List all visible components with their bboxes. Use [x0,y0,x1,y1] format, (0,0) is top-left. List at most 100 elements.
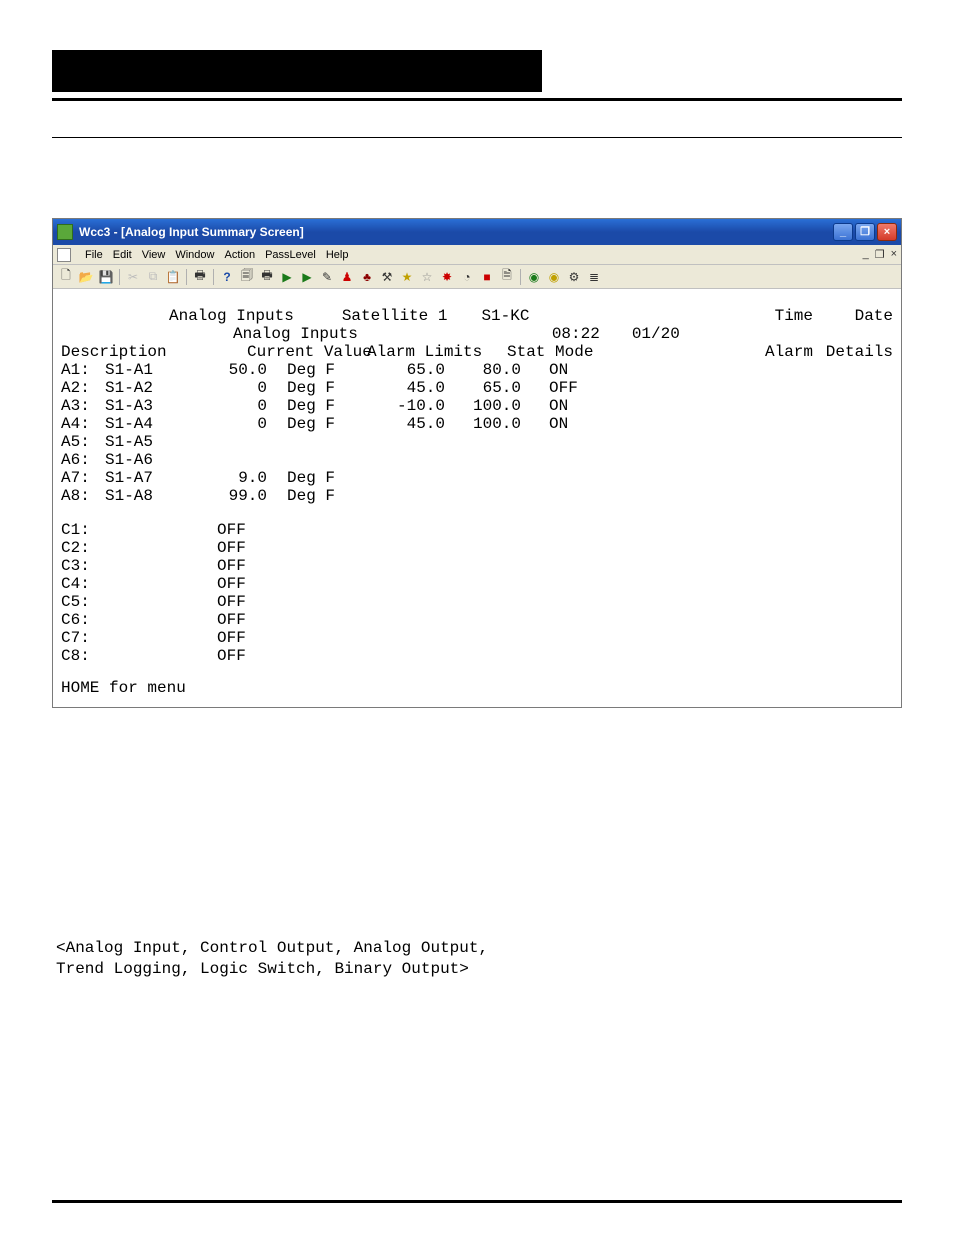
analog-row[interactable]: A7:S1-A79.0Deg F [61,469,893,487]
control-row[interactable]: C2:OFF [61,539,893,557]
title-bar: Wcc3 - [Analog Input Summary Screen] _ ❐… [53,219,901,245]
toolbar-separator [520,269,521,285]
control-row[interactable]: C7:OFF [61,629,893,647]
print2-icon[interactable]: 🖶 [258,268,276,286]
analog-row[interactable]: A2:S1-A20Deg F45.065.0OFF [61,379,893,397]
person-icon[interactable]: ♟ [338,268,356,286]
minimize-button[interactable]: _ [833,223,853,241]
paste-icon[interactable]: 📋 [164,268,182,286]
row-desc [105,557,217,575]
menu-window[interactable]: Window [175,249,214,261]
control-row[interactable]: C8:OFF [61,647,893,665]
row-id: C6: [61,611,105,629]
analog-row[interactable]: A5:S1-A5 [61,433,893,451]
tool-icon[interactable]: ✎ [318,268,336,286]
heading-satellite: Satellite 1 [342,307,448,325]
menu-file[interactable]: File [85,249,103,261]
close-button[interactable]: × [877,223,897,241]
row-stat: OFF [525,379,605,397]
row-desc: S1-A2 [105,379,217,397]
toolbar-separator [119,269,120,285]
mdi-restore-button[interactable]: _ [863,248,869,261]
toolbar-separator [186,269,187,285]
row-limit-low [375,433,445,451]
tree-icon[interactable]: ⚙ [565,268,583,286]
row-unit: Deg F [287,361,375,379]
row-unit: Deg F [287,379,375,397]
hammer-icon[interactable]: ⚒ [378,268,396,286]
globe-icon[interactable]: ◉ [545,268,563,286]
row-limit-low [375,451,445,469]
analog-row[interactable]: A6:S1-A6 [61,451,893,469]
list-icon[interactable]: ≣ [585,268,603,286]
open-icon[interactable]: 📂 [77,268,95,286]
copy-icon[interactable]: ⧉ [144,268,162,286]
sat-icon[interactable]: ◉ [525,268,543,286]
menu-passlevel[interactable]: PassLevel [265,249,316,261]
window-title: Wcc3 - [Analog Input Summary Screen] [79,225,833,239]
subtitle-analog-inputs: Analog Inputs [227,325,364,343]
analog-row[interactable]: A8:S1-A899.0Deg F [61,487,893,505]
analog-row[interactable]: A3:S1-A30Deg F-10.0100.0ON [61,397,893,415]
control-row[interactable]: C3:OFF [61,557,893,575]
row-stat [525,451,605,469]
analog-row[interactable]: A4:S1-A40Deg F45.0100.0ON [61,415,893,433]
star-icon[interactable]: ★ [398,268,416,286]
row-id: C4: [61,575,105,593]
bug-icon[interactable]: ♣ [358,268,376,286]
row-id: A8: [61,487,105,505]
star2-icon[interactable]: ☆ [418,268,436,286]
label-time: Time [749,307,813,325]
row-id: A7: [61,469,105,487]
row-limit-high: 65.0 [445,379,525,397]
maximize-button[interactable]: ❐ [855,223,875,241]
preview-icon[interactable]: 🗐 [238,268,256,286]
row-id: C1: [61,521,105,539]
row-id: A3: [61,397,105,415]
menu-help[interactable]: Help [326,249,349,261]
row-value: OFF [217,593,273,611]
row-id: C2: [61,539,105,557]
row-stat [525,487,605,505]
run-icon[interactable]: ▶ [278,268,296,286]
mdi-maximize-button[interactable]: ❐ [875,248,885,261]
print-icon[interactable]: 🖶 [191,268,209,286]
row-desc [105,521,217,539]
redacted-banner [52,50,542,92]
mdi-close-button[interactable]: × [891,248,897,261]
clock-icon[interactable]: ◔ [458,268,476,286]
footer-rule [52,1200,902,1203]
control-row[interactable]: C6:OFF [61,611,893,629]
row-id: C5: [61,593,105,611]
control-row[interactable]: C1:OFF [61,521,893,539]
row-limit-low: -10.0 [375,397,445,415]
menu-action[interactable]: Action [224,249,255,261]
row-desc: S1-A4 [105,415,217,433]
row-value: OFF [217,629,273,647]
control-row[interactable]: C4:OFF [61,575,893,593]
col-alarm: Alarm [749,343,813,361]
page-icon[interactable]: 🗎 [498,268,516,286]
row-value: 0 [217,379,273,397]
menu-edit[interactable]: Edit [113,249,132,261]
stop-icon[interactable]: ■ [478,268,496,286]
mdi-doc-icon[interactable] [57,248,71,262]
row-value: 99.0 [217,487,273,505]
row-limit-high [445,451,525,469]
save-icon[interactable]: 💾 [97,268,115,286]
new-icon[interactable]: 🗋 [57,268,75,286]
row-id: A5: [61,433,105,451]
analog-row[interactable]: A1:S1-A150.0Deg F65.080.0ON [61,361,893,379]
row-limit-high: 80.0 [445,361,525,379]
row-desc [105,611,217,629]
cut-icon[interactable]: ✂ [124,268,142,286]
star3-icon[interactable]: ✸ [438,268,456,286]
row-limit-high [445,487,525,505]
help-icon[interactable]: ? [218,268,236,286]
control-row[interactable]: C5: OFF [61,593,893,611]
row-desc: S1-A8 [105,487,217,505]
row-limit-low [375,469,445,487]
menu-view[interactable]: View [142,249,166,261]
run2-icon[interactable]: ▶ [298,268,316,286]
col-alarm-limits: Alarm Limits [357,343,507,361]
